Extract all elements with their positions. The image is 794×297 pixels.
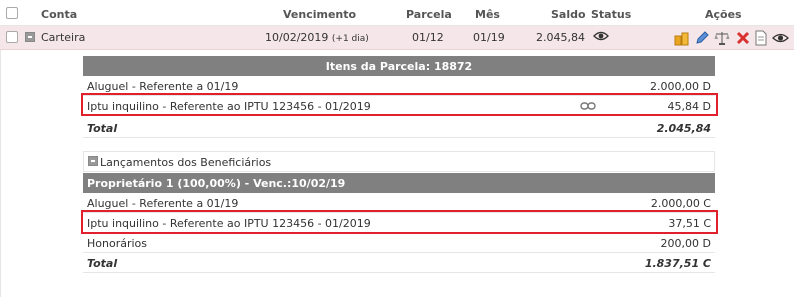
header-mes[interactable]: Mês — [475, 8, 500, 21]
header-vencimento[interactable]: Vencimento — [283, 8, 356, 21]
delete-icon[interactable] — [735, 30, 751, 46]
total-row: Total 1.837,51 C — [83, 253, 715, 273]
item-value: 2.000,00 C — [650, 197, 711, 210]
highlight-box — [81, 93, 718, 116]
header-status[interactable]: Status — [591, 8, 631, 21]
itens-title: Itens da Parcela: 18872 — [83, 56, 715, 76]
row-vencimento-date: 10/02/2019 — [265, 31, 329, 44]
item-label: Aluguel - Referente a 01/19 — [87, 80, 239, 93]
row-mes: 01/19 — [473, 31, 505, 44]
edit-icon[interactable] — [694, 30, 710, 46]
total-label: Total — [87, 122, 118, 135]
item-value: 2.000,00 D — [650, 80, 711, 93]
list-item: Honorários 200,00 D — [83, 233, 715, 253]
beneficiarios-title: Lançamentos dos Beneficiários — [100, 156, 272, 169]
row-parcela: 01/12 — [412, 31, 444, 44]
total-label: Total — [87, 257, 118, 270]
header-parcela[interactable]: Parcela — [406, 8, 452, 21]
total-value: 2.045,84 — [656, 122, 711, 135]
scale-icon[interactable] — [714, 30, 730, 46]
left-border — [0, 50, 1, 297]
item-label: Honorários — [87, 237, 148, 250]
header-acoes: Ações — [705, 8, 742, 21]
total-row: Total 2.045,84 — [83, 118, 715, 138]
item-value: 200,00 D — [660, 237, 711, 250]
row-saldo: 2.045,84 — [536, 31, 585, 44]
collapse-icon[interactable] — [88, 156, 98, 166]
coins-icon[interactable] — [674, 30, 690, 46]
collapse-icon[interactable] — [25, 32, 35, 42]
row-vencimento-extra: (+1 dia) — [331, 34, 369, 44]
beneficiarios-header[interactable]: Lançamentos dos Beneficiários — [83, 151, 715, 172]
select-all-checkbox[interactable] — [6, 7, 18, 19]
highlight-box — [81, 210, 718, 234]
item-label: Aluguel - Referente a 01/19 — [87, 197, 239, 210]
total-value: 1.837,51 C — [644, 257, 711, 270]
document-icon[interactable] — [753, 30, 769, 46]
row-vencimento: 10/02/2019 (+1 dia) — [265, 31, 369, 44]
row-conta: Carteira — [41, 31, 86, 44]
view-icon[interactable] — [772, 30, 789, 46]
header-saldo[interactable]: Saldo — [551, 8, 586, 21]
owner-header: Proprietário 1 (100,00%) - Venc.:10/02/1… — [83, 173, 715, 193]
header-conta[interactable]: Conta — [41, 8, 77, 21]
row-checkbox[interactable] — [6, 31, 18, 43]
table-header: Conta Vencimento Parcela Mês Saldo Statu… — [0, 0, 794, 26]
eye-icon[interactable] — [593, 30, 609, 45]
